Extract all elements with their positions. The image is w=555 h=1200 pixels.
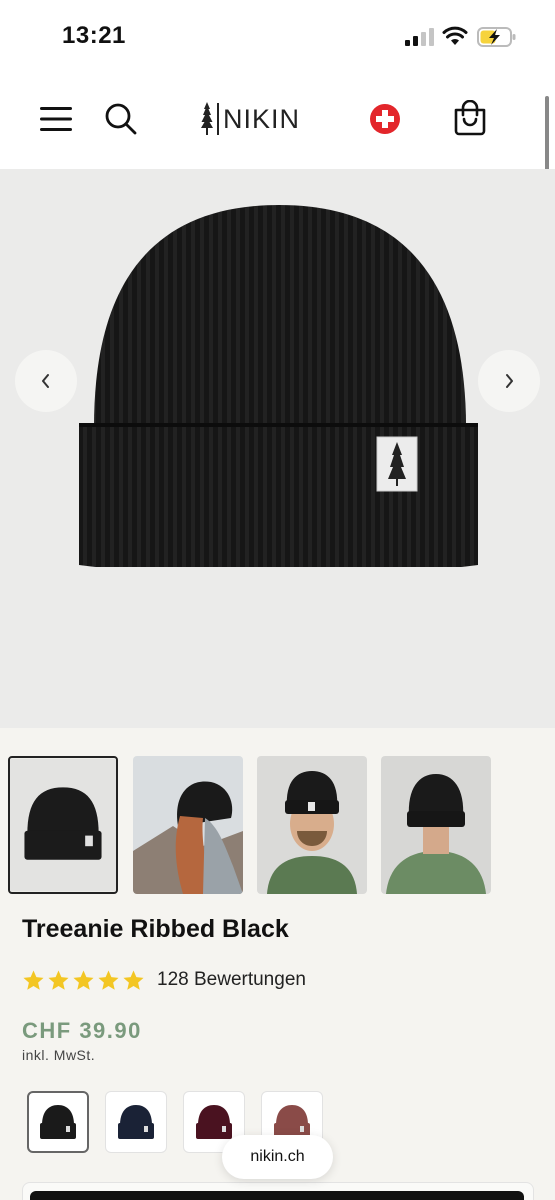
product-image-beanie [79,205,478,567]
logo-text: NIKIN [223,103,301,134]
chevron-left-icon [42,374,49,388]
site-header: NIKIN [0,72,555,169]
swatch-navy[interactable] [105,1091,167,1153]
tree-logo-icon [201,102,213,135]
carousel-next-button[interactable] [478,350,540,412]
product-page: 13:21 NIKIN Treeanie Ribbed Black 128 Be… [0,0,555,1200]
carousel-prev-button[interactable] [15,350,77,412]
star-icon [48,969,69,990]
star-rating [22,969,145,992]
star-icon [98,969,119,990]
cellular-signal-icon [405,28,434,46]
wifi-icon [442,26,468,45]
logo-divider [217,103,219,135]
chevron-right-icon [506,374,513,388]
tax-note: inkl. MwSt. [22,1047,96,1063]
star-icon [123,969,144,990]
thumbnail-woman-side[interactable] [133,756,243,894]
swiss-cross-icon[interactable] [369,103,401,135]
star-icon [23,969,44,990]
add-to-cart-button[interactable] [30,1191,524,1200]
star-icon [73,969,94,990]
product-rating: 128 Bewertungen [22,965,306,995]
product-title: Treeanie Ribbed Black [22,915,289,943]
reviews-link[interactable]: 128 Bewertungen [157,969,306,991]
thumbnail-man-back[interactable] [381,756,491,894]
status-time: 13:21 [62,22,126,49]
status-bar: 13:21 [0,0,555,72]
brand-logo[interactable]: NIKIN [200,100,300,138]
product-image-carousel[interactable] [0,169,555,728]
shopping-bag-icon[interactable] [453,100,487,136]
thumbnail-strip [0,728,555,908]
search-icon[interactable] [104,102,138,136]
browser-url-pill[interactable]: nikin.ch [222,1135,333,1179]
product-price: CHF 39.90 [22,1018,142,1043]
menu-icon[interactable] [40,104,74,134]
battery-charging-icon [477,27,516,47]
swatch-black[interactable] [27,1091,89,1153]
thumbnail-man-front[interactable] [257,756,367,894]
thumbnail-product[interactable] [8,756,118,894]
